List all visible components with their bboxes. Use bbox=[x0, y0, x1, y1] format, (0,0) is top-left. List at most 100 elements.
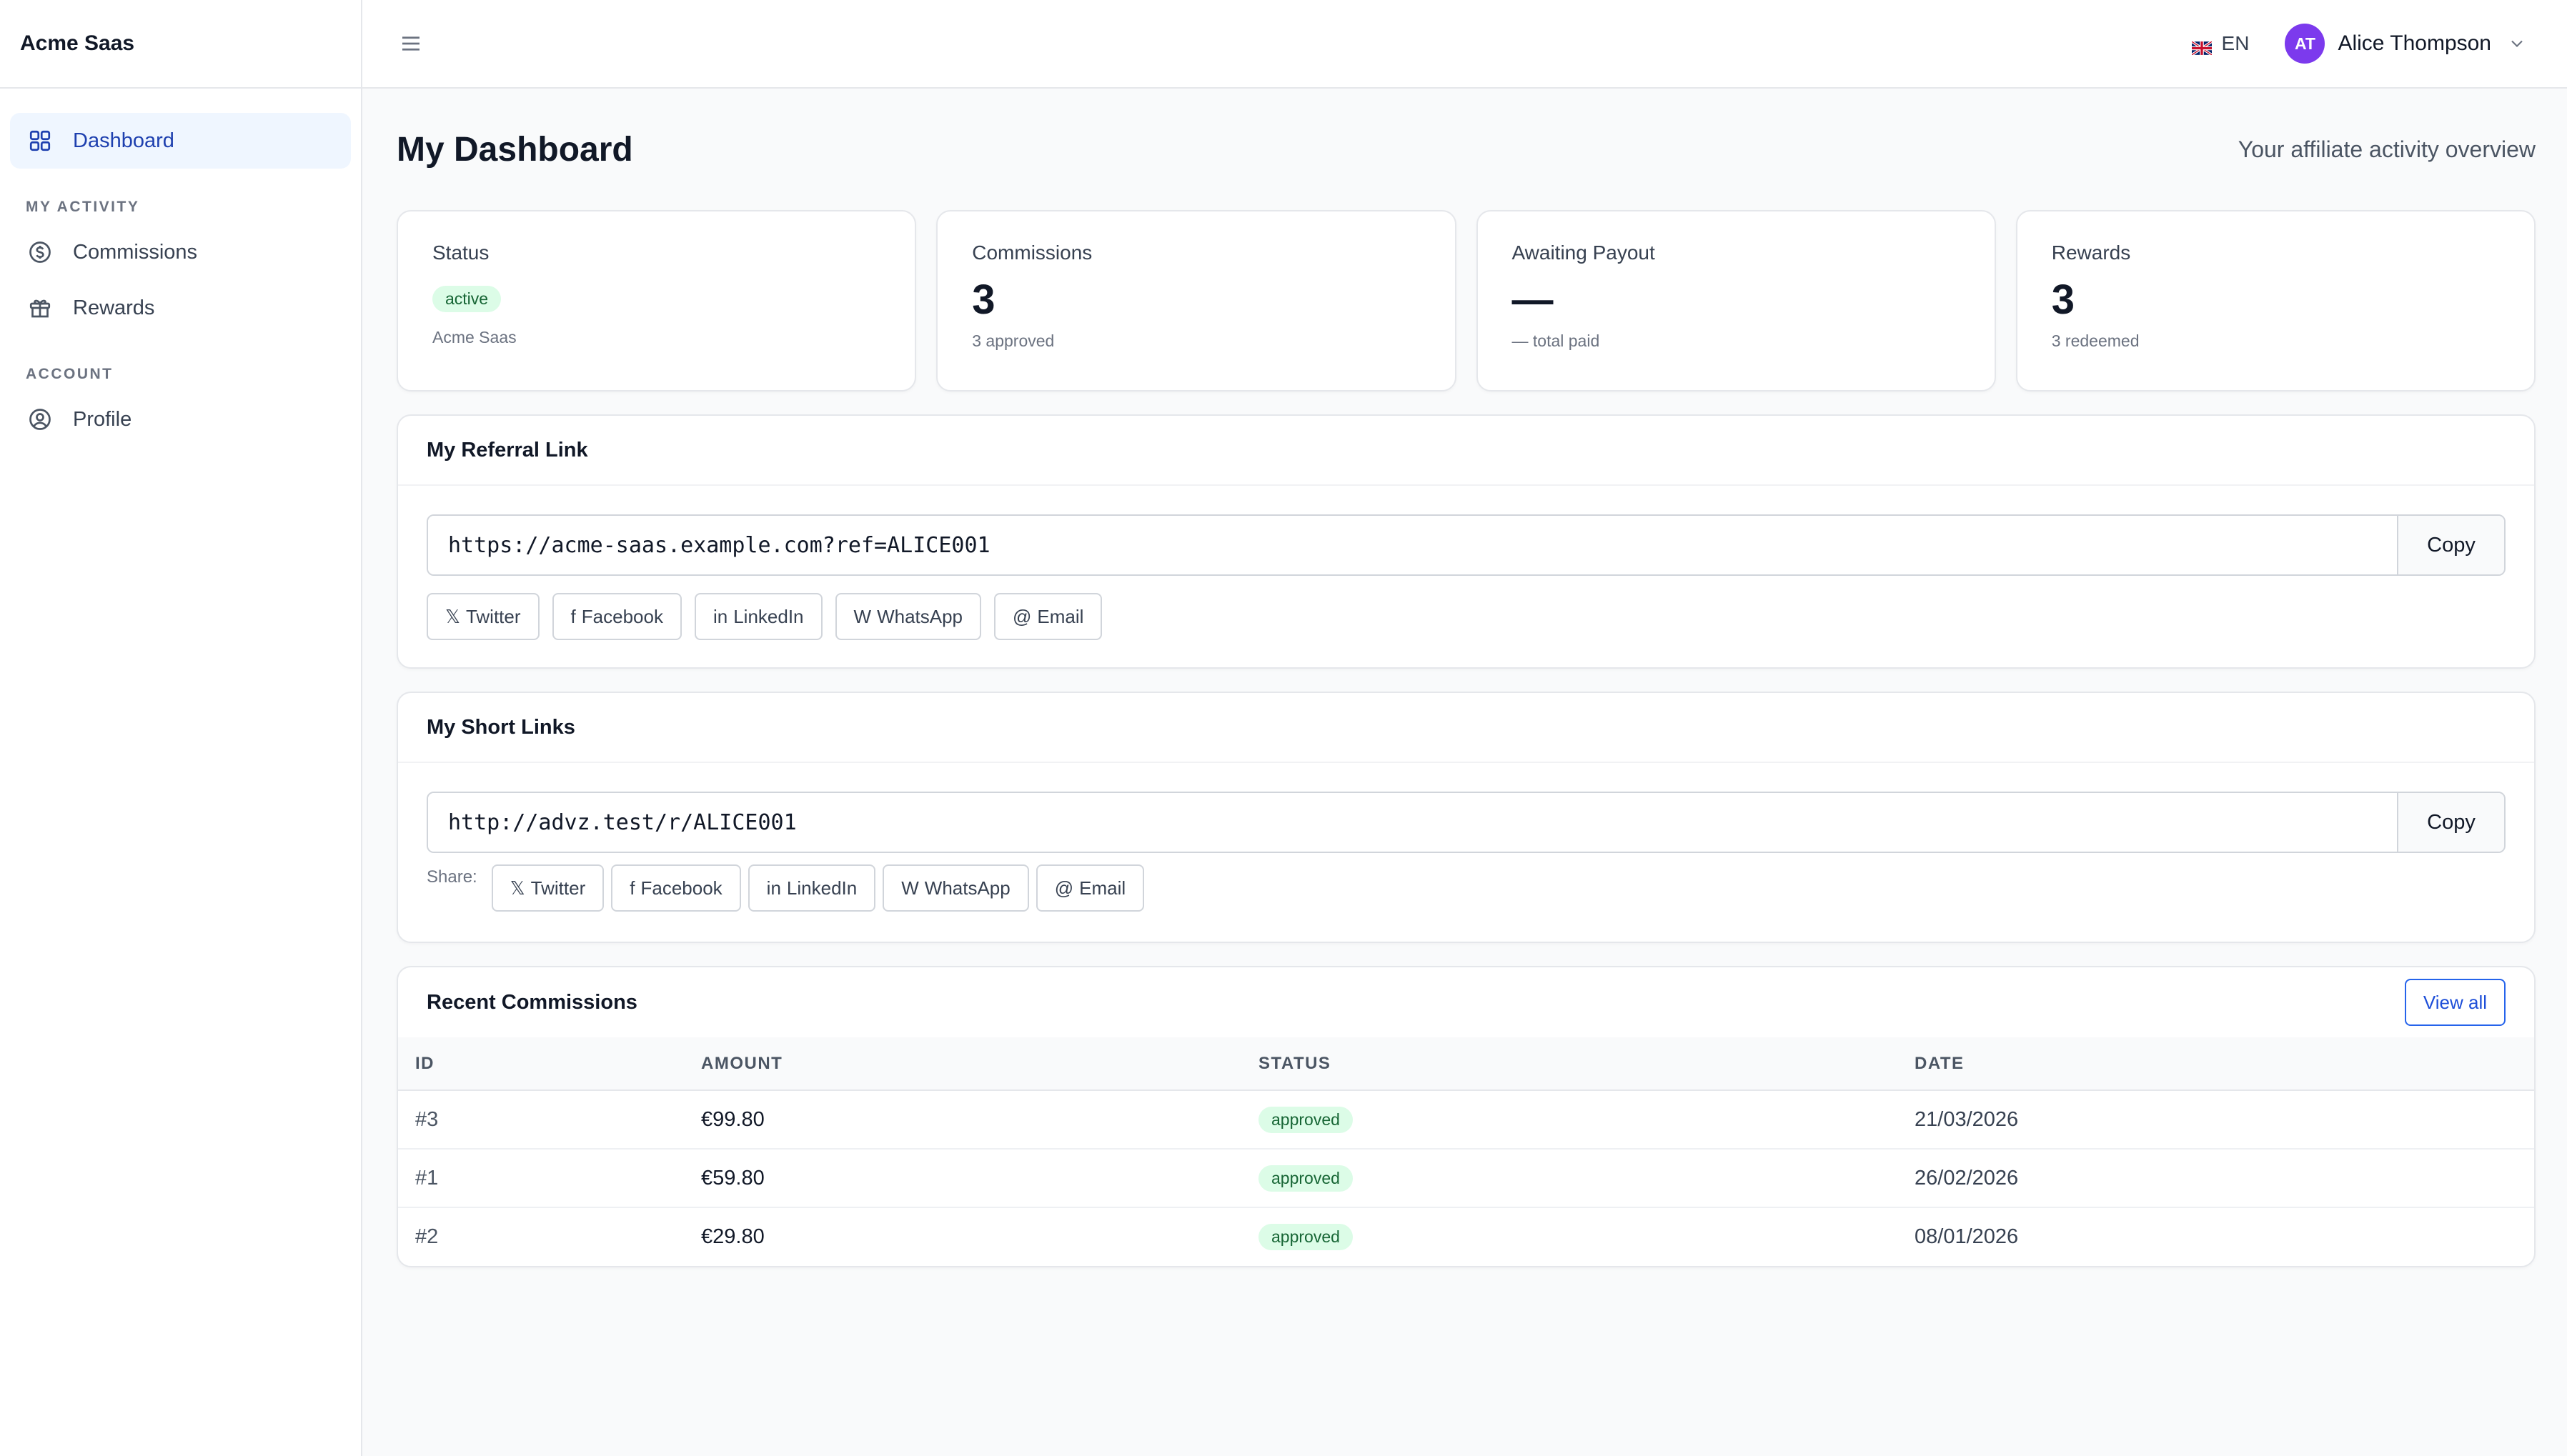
stat-card-commissions: Commissions 3 3 approved bbox=[936, 210, 1456, 392]
column-header: AMOUNT bbox=[684, 1037, 1241, 1091]
share-facebook-button[interactable]: f Facebook bbox=[552, 593, 682, 640]
menu-icon[interactable] bbox=[398, 31, 424, 56]
share-whatsapp-button[interactable]: W WhatsApp bbox=[883, 864, 1029, 912]
card-title: Recent Commissions bbox=[427, 990, 637, 1014]
short-links-card: My Short Links Copy Share: 𝕏Twitter fFac… bbox=[397, 692, 2536, 943]
stat-label: Rewards bbox=[2051, 241, 2131, 264]
share-label: Facebook bbox=[581, 605, 663, 627]
referral-link-group: Copy bbox=[427, 514, 2506, 576]
stat-label: Status bbox=[432, 241, 490, 264]
cell-status: approved bbox=[1241, 1207, 1897, 1266]
share-label: LinkedIn bbox=[786, 877, 858, 899]
column-header: DATE bbox=[1897, 1037, 2534, 1091]
share-label: WhatsApp bbox=[924, 877, 1011, 899]
view-all-button[interactable]: View all bbox=[2404, 979, 2506, 1026]
topbar-right: EN AT Alice Thompson bbox=[2190, 24, 2527, 64]
share-facebook-button[interactable]: f Facebook bbox=[611, 864, 741, 912]
dollar-circle-icon bbox=[27, 239, 53, 265]
stat-value: — bbox=[1511, 276, 1554, 323]
share-label: Email bbox=[1037, 605, 1084, 627]
share-label: Email bbox=[1079, 877, 1126, 899]
cell-id: #3 bbox=[398, 1090, 684, 1150]
linkedin-icon: in bbox=[766, 877, 781, 899]
card-body: Copy 𝕏Twitter fFacebook inLinkedIn WWhat… bbox=[398, 486, 2534, 667]
main-area: EN AT Alice Thompson My Dashboard Your a… bbox=[362, 0, 2567, 1456]
short-link-input[interactable] bbox=[428, 793, 2397, 852]
sidebar-item-label: Commissions bbox=[73, 240, 198, 264]
sidebar-item-label: Dashboard bbox=[73, 129, 174, 152]
sidebar-item-dashboard[interactable]: Dashboard bbox=[10, 113, 351, 169]
user-name: Alice Thompson bbox=[2338, 31, 2491, 55]
facebook-icon: f bbox=[570, 605, 576, 627]
referral-link-card: My Referral Link Copy 𝕏Twitter fFacebook… bbox=[397, 414, 2536, 669]
cell-status: approved bbox=[1241, 1090, 1897, 1150]
share-label: Facebook bbox=[640, 877, 723, 899]
share-email-button[interactable]: @ Email bbox=[994, 593, 1103, 640]
share-linkedin-button[interactable]: in LinkedIn bbox=[748, 864, 876, 912]
sidebar-item-label: Profile bbox=[73, 407, 132, 431]
sidebar-item-profile[interactable]: Profile bbox=[10, 392, 351, 447]
grid-icon bbox=[27, 128, 53, 154]
uk-flag-icon bbox=[2190, 37, 2213, 56]
chevron-down-icon bbox=[2507, 34, 2527, 54]
share-twitter-button[interactable]: 𝕏 Twitter bbox=[491, 864, 605, 912]
stat-card-awaiting-payout: Awaiting Payout — — total paid bbox=[1476, 210, 1996, 392]
card-title: My Short Links bbox=[427, 715, 575, 739]
sidebar-item-commissions[interactable]: Commissions bbox=[10, 224, 351, 280]
user-menu[interactable]: AT Alice Thompson bbox=[2285, 24, 2527, 64]
cell-id: #1 bbox=[398, 1149, 684, 1208]
whatsapp-icon: W bbox=[901, 877, 919, 899]
share-label: WhatsApp bbox=[877, 605, 963, 627]
status-badge: approved bbox=[1258, 1106, 1353, 1133]
commissions-table: ID AMOUNT STATUS DATE #3 €99.80 approved… bbox=[398, 1037, 2534, 1266]
cell-date: 21/03/2026 bbox=[1897, 1090, 2534, 1150]
stat-note: Acme Saas bbox=[432, 328, 517, 346]
table-row[interactable]: #1 €59.80 approved 26/02/2026 bbox=[398, 1149, 2534, 1208]
page-subtitle: Your affiliate activity overview bbox=[2238, 136, 2536, 162]
user-circle-icon bbox=[27, 407, 53, 432]
nav-section-title: MY ACTIVITY bbox=[26, 199, 140, 215]
linkedin-icon: in bbox=[712, 605, 728, 627]
brand-name: Acme Saas bbox=[0, 0, 361, 89]
whatsapp-icon: W bbox=[853, 605, 872, 627]
sidebar: Acme Saas Dashboard MY ACTIVITY Commissi… bbox=[0, 0, 362, 1456]
stat-card-rewards: Rewards 3 3 redeemed bbox=[2015, 210, 2536, 392]
share-whatsapp-button[interactable]: W WhatsApp bbox=[835, 593, 982, 640]
email-icon: @ bbox=[1013, 605, 1032, 627]
facebook-icon: f bbox=[630, 877, 635, 899]
column-header: STATUS bbox=[1241, 1037, 1897, 1091]
cell-id: #2 bbox=[415, 1225, 439, 1248]
card-header: My Short Links bbox=[398, 693, 2534, 763]
table-row[interactable]: #3 €99.80 approved 21/03/2026 bbox=[398, 1090, 2534, 1150]
card-title: My Referral Link bbox=[427, 438, 588, 462]
nav-section-title: ACCOUNT bbox=[26, 366, 114, 382]
table-row[interactable]: #2 €29.80 approved 08/01/2026 bbox=[398, 1207, 2534, 1266]
status-badge: approved bbox=[1258, 1224, 1353, 1250]
share-buttons: 𝕏 Twitter f Facebook in LinkedIn W WhatsApp … bbox=[427, 593, 2506, 640]
copy-short-link-button[interactable]: Copy bbox=[2397, 793, 2504, 852]
sidebar-item-rewards[interactable]: Rewards bbox=[10, 280, 351, 336]
share-email-button[interactable]: @ Email bbox=[1036, 864, 1145, 912]
copy-referral-button[interactable]: Copy bbox=[2397, 516, 2504, 574]
x-icon: 𝕏 bbox=[445, 605, 460, 627]
language-switcher[interactable]: EN bbox=[2190, 32, 2250, 56]
cell-amount: €29.80 bbox=[701, 1225, 765, 1248]
gift-icon bbox=[27, 295, 53, 321]
referral-link-input[interactable] bbox=[428, 516, 2397, 574]
short-link-group: Copy bbox=[427, 792, 2506, 853]
share-twitter-button[interactable]: 𝕏 Twitter bbox=[427, 593, 540, 640]
language-label: EN bbox=[2221, 32, 2250, 54]
cell-date: 08/01/2026 bbox=[1915, 1225, 2019, 1248]
column-header: ID bbox=[398, 1037, 684, 1091]
page-content: My Dashboard Your affiliate activity ove… bbox=[362, 89, 2567, 1290]
stat-note: — total paid bbox=[1511, 331, 1600, 350]
stat-value: 3 bbox=[2051, 276, 2075, 323]
status-badge: approved bbox=[1258, 1165, 1353, 1192]
cell-amount: €99.80 bbox=[684, 1090, 1241, 1150]
card-header: Recent Commissions View all bbox=[398, 967, 2534, 1037]
share-linkedin-button[interactable]: in LinkedIn bbox=[694, 593, 823, 640]
card-header: My Referral Link bbox=[398, 416, 2534, 486]
cell-amount: €59.80 bbox=[684, 1149, 1241, 1208]
share-buttons: Share: 𝕏 Twitter f Facebook in LinkedIn W Wh… bbox=[427, 864, 2506, 912]
stat-label: Awaiting Payout bbox=[1511, 241, 1655, 264]
